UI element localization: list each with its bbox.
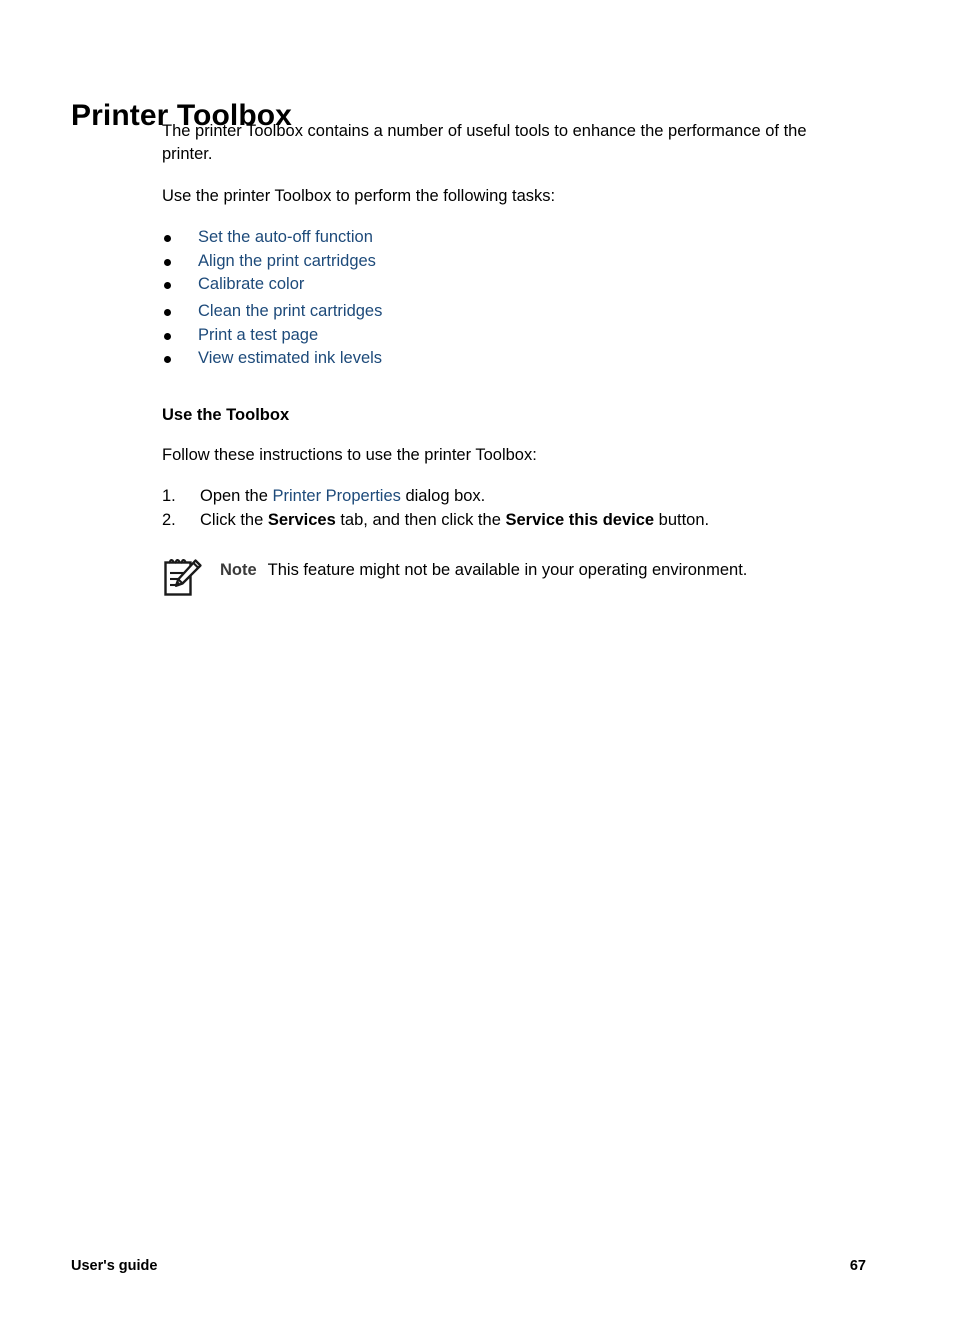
list-item[interactable]: Set the auto-off function bbox=[162, 226, 854, 250]
bullet-icon bbox=[164, 356, 171, 364]
step-number: 1. bbox=[162, 487, 176, 506]
page-footer: User's guide 67 bbox=[71, 1258, 866, 1274]
note-callout: Note This feature might not be available … bbox=[162, 553, 854, 599]
list-item[interactable]: View estimated ink levels bbox=[162, 347, 854, 371]
step-text-prefix: Click the bbox=[200, 510, 268, 529]
footer-document-title: User's guide bbox=[71, 1258, 158, 1274]
bullet-icon bbox=[164, 332, 171, 340]
section-lead-text: Follow these instructions to use the pri… bbox=[162, 446, 537, 465]
note-body: Note This feature might not be available … bbox=[220, 553, 854, 582]
bullet-icon bbox=[164, 235, 171, 242]
intro-paragraph-2: Use the printer Toolbox to perform the f… bbox=[162, 187, 556, 205]
step-text-prefix: Open the bbox=[200, 487, 273, 506]
list-item[interactable]: Align the print cartridges bbox=[162, 250, 854, 274]
footer-page-number: 67 bbox=[849, 1258, 866, 1274]
link-align-print-cartridges[interactable]: Align the print cartridges bbox=[198, 252, 376, 270]
link-set-auto-off-function[interactable]: Set the auto-off function bbox=[198, 228, 373, 246]
step-text-suffix: dialog box. bbox=[400, 487, 486, 506]
list-item[interactable]: Calibrate color bbox=[162, 273, 854, 297]
note-text: This feature might not be available in y… bbox=[267, 561, 748, 580]
link-clean-print-cartridges[interactable]: Clean the print cartridges bbox=[198, 302, 382, 320]
list-item[interactable]: Print a test page bbox=[162, 324, 854, 348]
content-column: The printer Toolbox contains a number of… bbox=[162, 120, 854, 599]
list-item[interactable]: Clean the print cartridges bbox=[162, 300, 854, 324]
section-heading-use-the-toolbox: Use the Toolbox bbox=[162, 406, 290, 425]
document-page: Printer Toolbox The printer Toolbox cont… bbox=[0, 0, 954, 1321]
instruction-step-list: 1. Open the Printer Properties dialog box… bbox=[162, 485, 854, 532]
task-link-list: Set the auto-off function Align the prin… bbox=[162, 226, 854, 371]
bullet-icon bbox=[164, 309, 171, 317]
bullet-icon bbox=[164, 258, 171, 266]
list-item: 2. Click the Services tab, and then click… bbox=[162, 509, 854, 533]
list-item: 1. Open the Printer Properties dialog box… bbox=[162, 485, 854, 509]
step-text-middle: tab, and then click the bbox=[335, 510, 506, 529]
emphasis-service-this-device-button: Service this device bbox=[505, 510, 655, 529]
emphasis-services-tab: Services bbox=[267, 510, 336, 529]
step-number: 2. bbox=[162, 510, 176, 529]
intro-paragraph-1: The printer Toolbox contains a number of… bbox=[162, 122, 807, 163]
link-print-a-test-page[interactable]: Print a test page bbox=[198, 326, 318, 344]
step-text-suffix: button. bbox=[654, 510, 710, 529]
link-calibrate-color[interactable]: Calibrate color bbox=[198, 275, 304, 293]
note-label: Note bbox=[220, 561, 257, 580]
link-printer-properties[interactable]: Printer Properties bbox=[272, 487, 400, 505]
link-view-estimated-ink-levels[interactable]: View estimated ink levels bbox=[198, 349, 382, 367]
notepad-pencil-icon bbox=[162, 554, 206, 598]
bullet-icon bbox=[164, 282, 171, 290]
